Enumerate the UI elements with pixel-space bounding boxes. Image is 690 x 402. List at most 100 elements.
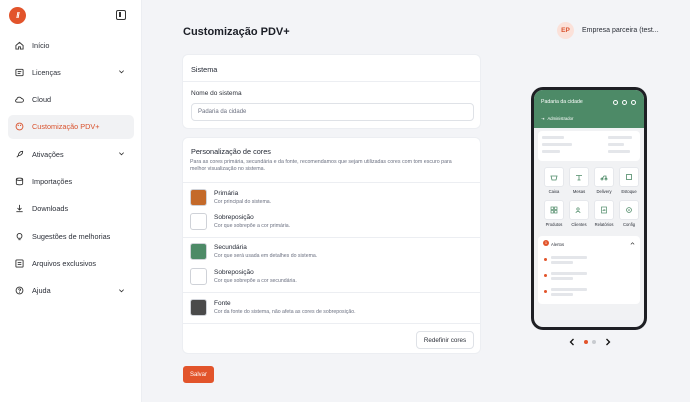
rocket-icon: [15, 150, 24, 159]
color-swatch-font[interactable]: [190, 299, 207, 316]
sidebar-item-ativacoes[interactable]: Ativações: [8, 142, 134, 166]
basket-icon: [550, 175, 558, 181]
carousel-dot[interactable]: [592, 340, 596, 344]
divider: [183, 81, 480, 82]
table-icon: [576, 175, 582, 181]
phone-screen: Padaria da cidade ⇥ Administrador Caixa M…: [534, 90, 644, 327]
delivery-icon: [600, 175, 608, 181]
save-button[interactable]: Salvar: [183, 366, 214, 383]
tile-label: Produtos: [545, 222, 563, 227]
tile-mesas: [569, 167, 589, 187]
colors-card-title: Personalização de cores: [191, 147, 271, 156]
tile-estoque: [619, 167, 639, 187]
reset-colors-button[interactable]: Redefinir cores: [416, 331, 474, 349]
tile-relatorios: [594, 200, 614, 220]
sidebar-item-downloads[interactable]: Downloads: [8, 197, 134, 221]
chevron-down-icon: [119, 288, 124, 293]
tile-label: Caixa: [548, 189, 560, 194]
eye-icon: [622, 100, 627, 105]
phone-role-label: Administrador: [547, 116, 574, 121]
colors-description: Para as cores primária, secundária e da …: [190, 159, 452, 172]
alert-dot: [544, 290, 547, 293]
tile-label: Clientes: [571, 222, 587, 227]
sidebar-item-sugestoes[interactable]: Sugestões de melhorias: [8, 224, 134, 248]
page-title: Customização PDV+: [183, 26, 290, 38]
user-menu[interactable]: EP Empresa parceira (test...: [557, 22, 659, 39]
tile-label: Delivery: [596, 189, 612, 194]
color-desc: Cor que sobrepõe a cor primária.: [214, 223, 291, 229]
sidebar: // Início Licenças Cloud Customização PD…: [0, 0, 142, 402]
tile-config: [619, 200, 639, 220]
sidebar-nav: Início Licenças Cloud Customização PDV+ …: [8, 33, 134, 306]
color-swatch-primary-overlay[interactable]: [190, 213, 207, 230]
sidebar-item-label: Importações: [32, 176, 73, 186]
alerts-badge: 1: [543, 240, 549, 246]
sidebar-item-label: Licenças: [32, 67, 61, 77]
report-icon: [601, 206, 607, 214]
box-icon: [626, 174, 632, 180]
system-name-label: Nome do sistema: [191, 90, 242, 97]
cloud-icon: [15, 95, 24, 104]
license-icon: [15, 68, 24, 77]
sidebar-item-customizacao[interactable]: Customização PDV+: [8, 114, 134, 139]
sidebar-item-ajuda[interactable]: Ajuda: [8, 279, 134, 303]
chevron-down-icon: [119, 70, 124, 74]
system-card-title: Sistema: [191, 65, 218, 74]
color-title: Primária: [214, 190, 239, 197]
color-desc: Cor que sobrepõe a cor secundária.: [214, 278, 297, 284]
carousel-dots: [584, 340, 596, 344]
phone-header: Padaria da cidade ⇥ Administrador: [534, 90, 644, 128]
login-icon: ⇥: [541, 116, 545, 121]
alert-dot: [544, 274, 547, 277]
system-card: Sistema Nome do sistema Padaria da cidad…: [182, 54, 481, 129]
tile-label: Config: [622, 222, 636, 227]
refresh-icon: [613, 100, 618, 105]
cloud-icon: [631, 100, 636, 105]
color-desc: Cor principal do sistema.: [214, 199, 272, 205]
system-name-input[interactable]: Padaria da cidade: [191, 103, 474, 121]
color-row-secondary: Secundária Cor que será usada em detalhes…: [190, 243, 317, 260]
logo[interactable]: //: [9, 7, 26, 24]
color-desc: Cor que será usada em detalhes do sistem…: [214, 253, 318, 259]
sidebar-item-label: Arquivos exclusivos: [32, 258, 97, 268]
palette-icon: [15, 122, 24, 131]
download-icon: [15, 204, 24, 213]
sidebar-item-licencas[interactable]: Licenças: [8, 60, 134, 84]
chevron-down-icon: [119, 152, 124, 156]
divider: [183, 292, 480, 293]
color-title: Sobreposição: [214, 269, 254, 276]
sidebar-item-cloud[interactable]: Cloud: [8, 88, 134, 112]
file-icon: [15, 259, 24, 268]
color-row-secondary-overlay: Sobreposição Cor que sobrepõe a cor secun…: [190, 268, 297, 285]
tile-clientes: [569, 200, 589, 220]
sidebar-item-inicio[interactable]: Início: [8, 33, 134, 57]
sidebar-item-arquivos[interactable]: Arquivos exclusivos: [8, 251, 134, 275]
divider: [183, 182, 480, 183]
color-swatch-secondary-overlay[interactable]: [190, 268, 207, 285]
database-icon: [15, 177, 24, 186]
color-row-font: Fonte Cor da fonte do sistema, não afeta …: [190, 299, 356, 316]
carousel-next-button[interactable]: [604, 338, 612, 346]
carousel-dot-active[interactable]: [584, 340, 588, 344]
sidebar-item-label: Cloud: [32, 95, 52, 105]
alerts-label: Alertos: [551, 242, 565, 247]
sidebar-item-importacoes[interactable]: Importações: [8, 169, 134, 193]
sidebar-item-label: Ajuda: [32, 286, 51, 296]
gear-icon: [626, 207, 632, 213]
logo-text: //: [16, 11, 20, 20]
color-title: Fonte: [214, 300, 231, 307]
preview-carousel: [568, 337, 612, 347]
phone-role: ⇥ Administrador: [541, 116, 639, 121]
tile-label: Relatórios: [594, 222, 614, 227]
sidebar-collapse-icon[interactable]: [116, 10, 126, 20]
carousel-prev-button[interactable]: [568, 338, 576, 346]
grid-icon: [550, 206, 558, 214]
color-swatch-secondary[interactable]: [190, 243, 207, 260]
color-swatch-primary[interactable]: [190, 189, 207, 206]
phone-summary-card: [538, 131, 640, 161]
tile-caixa: [544, 167, 564, 187]
color-row-primary: Primária Cor principal do sistema.: [190, 189, 271, 206]
chevron-up-icon: [630, 242, 635, 245]
phone-preview: Padaria da cidade ⇥ Administrador Caixa M…: [531, 87, 647, 330]
sidebar-item-label: Downloads: [32, 204, 69, 214]
